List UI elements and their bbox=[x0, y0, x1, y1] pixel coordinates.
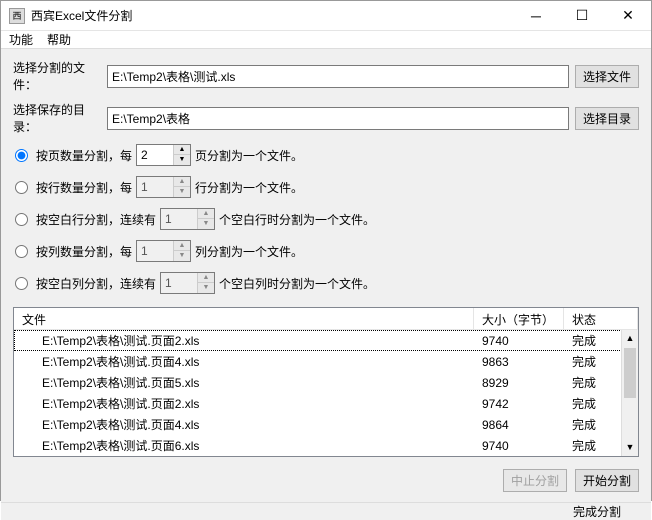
menu-help[interactable]: 帮助 bbox=[47, 31, 71, 48]
scrollbar[interactable]: ▲ ▼ bbox=[621, 330, 638, 456]
cell-file: E:\Temp2\表格\测试.页面5.xls bbox=[14, 374, 474, 391]
spinner-by-blank-col[interactable]: ▲▼ bbox=[160, 272, 215, 294]
header-status[interactable]: 状态 bbox=[564, 308, 638, 329]
cell-file: E:\Temp2\表格\测试.页面2.xls bbox=[14, 332, 474, 349]
label-select-dir: 选择保存的目录： bbox=[13, 101, 101, 135]
result-list: 文件 大小（字节） 状态 E:\Temp2\表格\测试.页面2.xls9740完… bbox=[13, 307, 639, 457]
option-by-col[interactable]: 按列数量分割，每 ▲▼ 列分割为一个文件。 bbox=[13, 239, 639, 263]
scroll-up-icon[interactable]: ▲ bbox=[622, 330, 638, 347]
cell-size: 9863 bbox=[474, 355, 564, 369]
statusbar: 完成分割 bbox=[1, 502, 651, 520]
table-row[interactable]: E:\Temp2\表格\测试.页面4.xls9864完成 bbox=[14, 414, 638, 435]
app-icon: 西 bbox=[9, 8, 25, 24]
cell-file: E:\Temp2\表格\测试.页面4.xls bbox=[14, 416, 474, 433]
radio-by-col[interactable] bbox=[15, 245, 28, 258]
header-file[interactable]: 文件 bbox=[14, 308, 474, 329]
maximize-button[interactable]: ☐ bbox=[559, 1, 605, 31]
app-window: 西 西宾Excel文件分割 ─ ☐ ✕ 功能 帮助 选择分割的文件： 选择文件 … bbox=[0, 0, 652, 501]
table-row[interactable]: E:\Temp2\表格\测试.页面2.xls9742完成 bbox=[14, 393, 638, 414]
label-select-file: 选择分割的文件： bbox=[13, 59, 101, 93]
titlebar: 西 西宾Excel文件分割 ─ ☐ ✕ bbox=[1, 1, 651, 31]
spinner-by-blank-row[interactable]: ▲▼ bbox=[160, 208, 215, 230]
menubar: 功能 帮助 bbox=[1, 31, 651, 49]
choose-file-button[interactable]: 选择文件 bbox=[575, 65, 639, 88]
file-path-input[interactable] bbox=[107, 65, 569, 88]
cell-size: 9740 bbox=[474, 334, 564, 348]
status-text: 完成分割 bbox=[573, 503, 621, 520]
scroll-down-icon[interactable]: ▼ bbox=[622, 439, 638, 456]
radio-by-page[interactable] bbox=[15, 149, 28, 162]
start-button[interactable]: 开始分割 bbox=[575, 469, 639, 492]
window-title: 西宾Excel文件分割 bbox=[31, 7, 513, 24]
close-button[interactable]: ✕ bbox=[605, 1, 651, 31]
spinner-by-row[interactable]: ▲▼ bbox=[136, 176, 191, 198]
menu-function[interactable]: 功能 bbox=[9, 31, 33, 48]
cell-file: E:\Temp2\表格\测试.页面6.xls bbox=[14, 437, 474, 454]
option-by-row[interactable]: 按行数量分割，每 ▲▼ 行分割为一个文件。 bbox=[13, 175, 639, 199]
cell-size: 9742 bbox=[474, 397, 564, 411]
spin-down-icon[interactable]: ▼ bbox=[174, 155, 190, 165]
cell-size: 8929 bbox=[474, 376, 564, 390]
header-size[interactable]: 大小（字节） bbox=[474, 308, 564, 329]
cell-size: 9740 bbox=[474, 439, 564, 453]
spin-up-icon[interactable]: ▲ bbox=[174, 145, 190, 155]
radio-by-row[interactable] bbox=[15, 181, 28, 194]
option-by-blank-row[interactable]: 按空白行分割，连续有 ▲▼ 个空白行时分割为一个文件。 bbox=[13, 207, 639, 231]
dir-path-input[interactable] bbox=[107, 107, 569, 130]
table-row[interactable]: E:\Temp2\表格\测试.页面2.xls9740完成 bbox=[14, 330, 638, 351]
table-row[interactable]: E:\Temp2\表格\测试.页面6.xls9740完成 bbox=[14, 435, 638, 456]
minimize-button[interactable]: ─ bbox=[513, 1, 559, 31]
spinner-by-page[interactable]: ▲▼ bbox=[136, 144, 191, 166]
spinner-by-col[interactable]: ▲▼ bbox=[136, 240, 191, 262]
choose-dir-button[interactable]: 选择目录 bbox=[575, 107, 639, 130]
option-by-page[interactable]: 按页数量分割，每 ▲▼ 页分割为一个文件。 bbox=[13, 143, 639, 167]
cell-size: 9864 bbox=[474, 418, 564, 432]
list-header: 文件 大小（字节） 状态 bbox=[14, 308, 638, 330]
stop-button: 中止分割 bbox=[503, 469, 567, 492]
table-row[interactable]: E:\Temp2\表格\测试.页面4.xls9863完成 bbox=[14, 351, 638, 372]
radio-by-blank-row[interactable] bbox=[15, 213, 28, 226]
option-by-blank-col[interactable]: 按空白列分割，连续有 ▲▼ 个空白列时分割为一个文件。 bbox=[13, 271, 639, 295]
cell-file: E:\Temp2\表格\测试.页面4.xls bbox=[14, 353, 474, 370]
radio-by-blank-col[interactable] bbox=[15, 277, 28, 290]
table-row[interactable]: E:\Temp2\表格\测试.页面5.xls8929完成 bbox=[14, 372, 638, 393]
scroll-thumb[interactable] bbox=[624, 348, 636, 398]
cell-file: E:\Temp2\表格\测试.页面2.xls bbox=[14, 395, 474, 412]
